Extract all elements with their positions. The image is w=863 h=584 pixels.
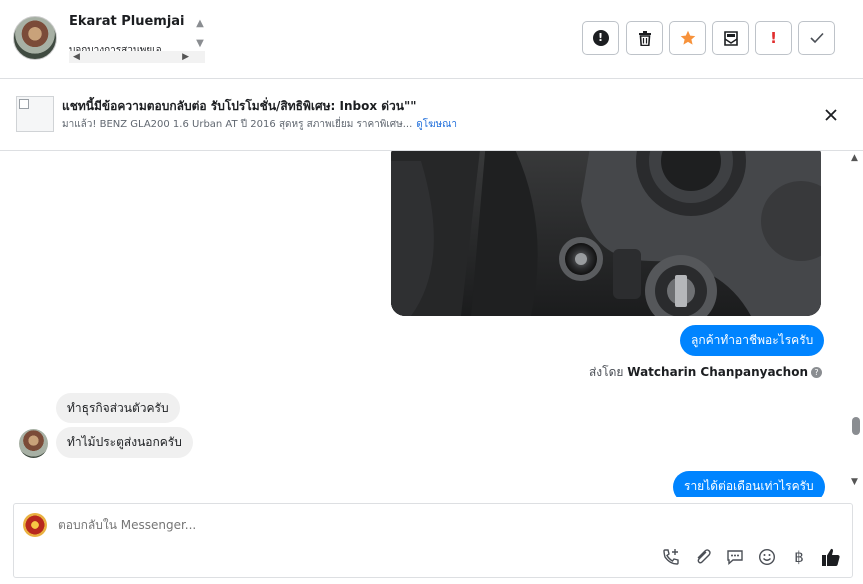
paperclip-icon <box>697 549 711 564</box>
contact-subtitle-text: บจกบางการสวนพยูเอ <box>69 45 162 51</box>
incoming-message[interactable]: ทำไม้ประตูส่งนอกครับ <box>56 427 193 458</box>
baht-icon[interactable]: ฿ <box>788 546 810 568</box>
header-scroll-arrows[interactable]: ▲ ▼ <box>193 14 207 54</box>
help-icon[interactable]: ? <box>811 367 822 378</box>
sent-by-name[interactable]: Watcharin Chanpanyachon <box>627 365 808 379</box>
car-interior-photo-graphic <box>391 151 821 316</box>
close-banner-button[interactable] <box>820 104 842 126</box>
composer-toolbar: ฿ <box>660 546 842 568</box>
message-thread[interactable]: ลูกค้าทำอาชีพอะไรครับ ส่งโดย Watcharin C… <box>0 151 863 497</box>
reply-composer: ฿ <box>13 503 853 578</box>
saved-replies-button[interactable] <box>724 546 746 568</box>
sent-by-prefix: ส่งโดย <box>588 365 624 379</box>
contact-name[interactable]: Ekarat Pluemjai <box>69 14 185 29</box>
mark-done-button[interactable] <box>798 21 835 55</box>
outgoing-message[interactable]: ลูกค้าทำอาชีพอะไรครับ <box>680 325 825 356</box>
ad-description-line: มาแล้ว! BENZ GLA200 1.6 Urban AT ปี 2016… <box>62 117 457 132</box>
contact-subtitle: บจกบางการสวนพยูเอ <box>69 37 201 51</box>
scroll-up-arrow-icon[interactable]: ▲ <box>851 153 858 163</box>
scroll-right-arrow-icon[interactable]: ▶ <box>182 52 189 62</box>
emoji-button[interactable] <box>756 546 778 568</box>
incoming-message[interactable]: ทำธุรกิจส่วนตัวครับ <box>56 393 180 423</box>
delete-button[interactable] <box>626 21 663 55</box>
phone-add-icon <box>663 549 679 565</box>
check-icon <box>809 32 824 44</box>
conversation-header: Ekarat Pluemjai บจกบางการสวนพยูเอ ◀ ▶ ▲ … <box>0 0 863 79</box>
sender-avatar[interactable] <box>19 429 48 458</box>
like-button[interactable] <box>820 546 842 568</box>
smiley-icon <box>758 548 776 566</box>
chat-bubble-icon <box>727 550 743 566</box>
attach-button[interactable] <box>692 546 714 568</box>
page-avatar <box>23 513 47 537</box>
sent-by-label: ส่งโดย Watcharin Chanpanyachon? <box>589 363 822 382</box>
car-interior-photo[interactable] <box>391 151 821 316</box>
horizontal-scrollbar[interactable]: ◀ ▶ <box>69 51 205 63</box>
archive-button[interactable] <box>712 21 749 55</box>
trash-icon <box>638 30 651 46</box>
scrollbar-thumb[interactable] <box>852 417 860 435</box>
ad-title: แชทนี้มีข้อความตอบกลับต่อ รับโปรโมชั่น/ส… <box>62 99 417 113</box>
exclamation-icon: ! <box>770 29 777 47</box>
exclamation-circle-icon: ! <box>592 30 609 46</box>
thumbs-up-icon <box>822 548 840 566</box>
scroll-up-arrow-icon[interactable]: ▲ <box>193 14 207 34</box>
ad-description: มาแล้ว! BENZ GLA200 1.6 Urban AT ปี 2016… <box>62 119 413 130</box>
scroll-down-arrow-icon[interactable]: ▼ <box>851 477 858 487</box>
archive-icon <box>723 30 738 46</box>
scroll-down-arrow-icon[interactable]: ▼ <box>193 34 207 54</box>
spam-button[interactable]: ! <box>755 21 792 55</box>
reply-input[interactable] <box>58 518 658 532</box>
thread-scrollbar[interactable]: ▲ ▼ <box>848 151 863 497</box>
ad-context-banner: แชทนี้มีข้อความตอบกลับต่อ รับโปรโมชั่น/ส… <box>0 80 863 151</box>
close-icon <box>825 109 837 121</box>
star-icon <box>680 30 695 45</box>
star-button[interactable] <box>669 21 706 55</box>
outgoing-message[interactable]: รายได้ต่อเดือนเท่าไรครับ <box>673 471 825 497</box>
scroll-left-arrow-icon[interactable]: ◀ <box>73 52 80 62</box>
view-ad-link[interactable]: ดูโฆษณา <box>416 119 457 130</box>
mark-unread-button[interactable]: ! <box>582 21 619 55</box>
ad-thumbnail-image[interactable] <box>16 96 54 132</box>
call-button[interactable] <box>660 546 682 568</box>
contact-avatar[interactable] <box>13 16 57 60</box>
